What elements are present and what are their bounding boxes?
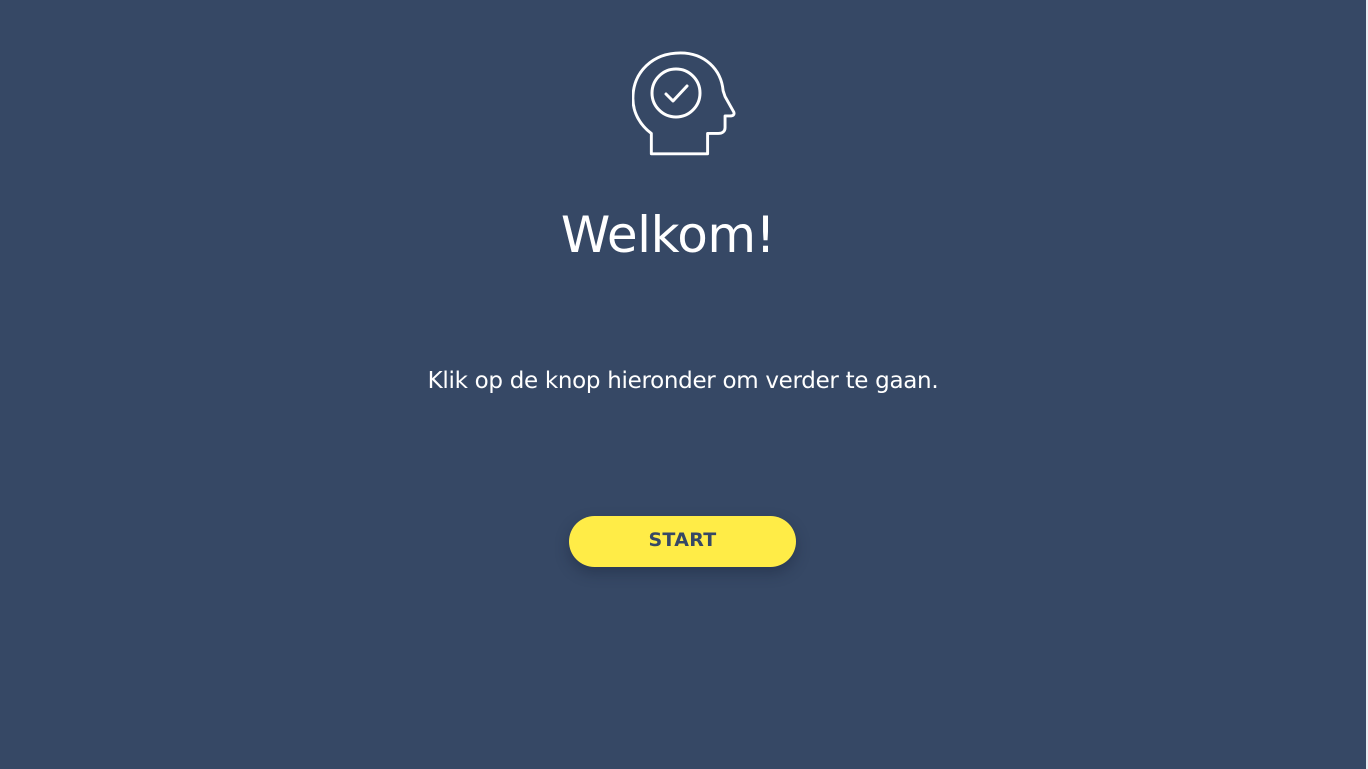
welcome-screen: Welkom! Klik op de knop hieronder om ver… — [0, 0, 1368, 769]
start-button[interactable]: START — [569, 516, 796, 567]
page-title: Welkom! — [560, 206, 776, 264]
instruction-text: Klik op de knop hieronder om verder te g… — [427, 368, 939, 394]
head-check-icon — [632, 51, 736, 156]
